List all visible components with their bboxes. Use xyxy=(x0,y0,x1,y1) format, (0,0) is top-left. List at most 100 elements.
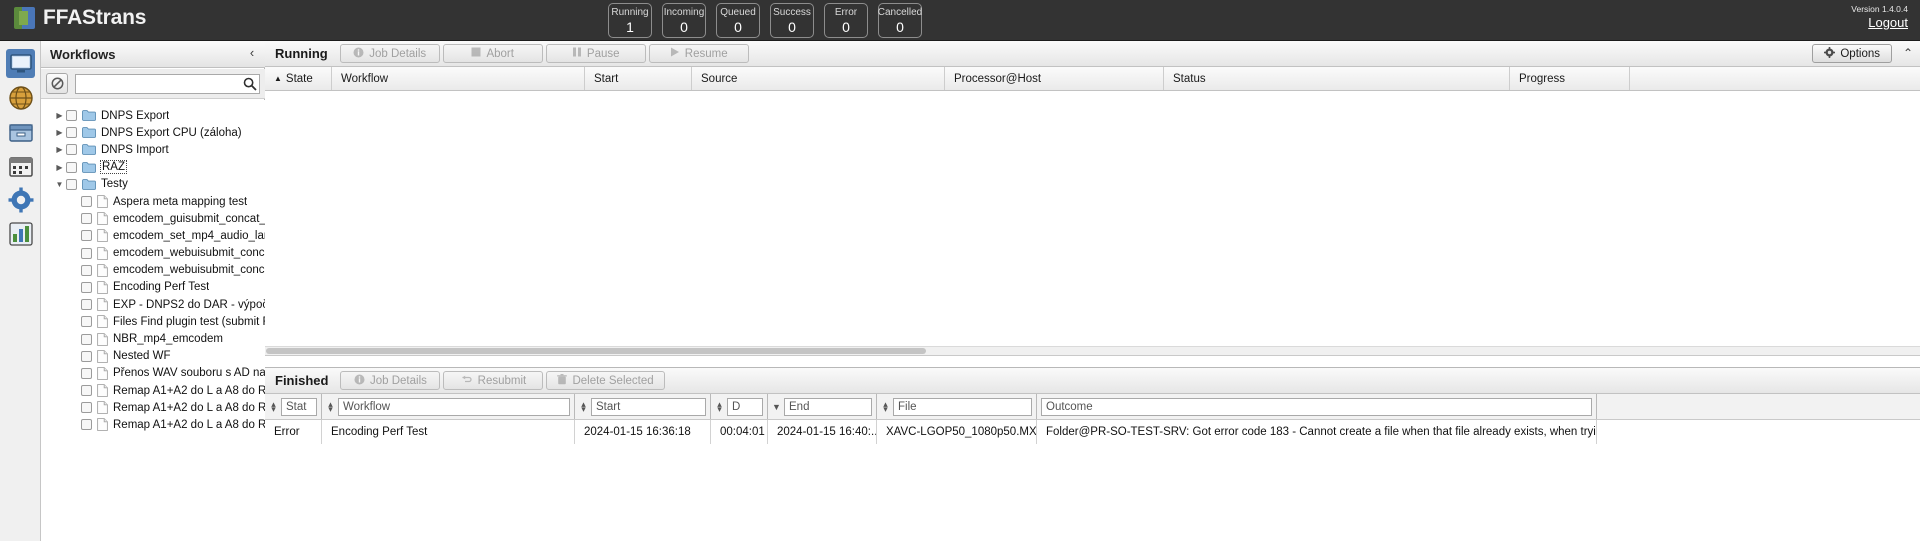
filter-input-workflow[interactable] xyxy=(338,397,570,416)
tree-file-item[interactable]: emcodem_webuisubmit_concat_co xyxy=(41,245,265,262)
tree-checkbox[interactable] xyxy=(81,247,92,259)
tree-expand-icon[interactable]: ▼ xyxy=(53,180,66,189)
tree-checkbox[interactable] xyxy=(66,110,77,122)
tree-checkbox[interactable] xyxy=(81,299,92,311)
counter-queued[interactable]: Queued 0 xyxy=(716,3,760,38)
delete-selected-button[interactable]: Delete Selected xyxy=(546,371,665,390)
scrollbar-thumb[interactable] xyxy=(266,348,926,354)
tree-expand-icon[interactable]: ▶ xyxy=(53,128,66,137)
tree-checkbox[interactable] xyxy=(81,333,92,345)
tree-checkbox[interactable] xyxy=(81,402,92,414)
tree-folder-item[interactable]: ▼ Testy xyxy=(41,176,265,193)
options-button[interactable]: Options xyxy=(1812,44,1892,63)
tree-checkbox[interactable] xyxy=(81,419,92,431)
resubmit-button[interactable]: Resubmit xyxy=(443,371,544,390)
counter-label: Cancelled xyxy=(877,7,923,18)
archive-icon[interactable] xyxy=(6,117,35,146)
tree-file-item[interactable]: Remap A1+A2 do L a A8 do R - av xyxy=(41,382,265,399)
counter-running[interactable]: Running 1 xyxy=(608,3,652,38)
tree-checkbox[interactable] xyxy=(66,161,77,173)
tree-checkbox[interactable] xyxy=(81,367,92,379)
sort-toggle-icon[interactable]: ▴ ▾ xyxy=(715,399,724,413)
workflows-header: Workflows ‹ xyxy=(41,41,265,68)
logout-link[interactable]: Logout xyxy=(1851,15,1908,31)
tree-checkbox[interactable] xyxy=(81,264,92,276)
tree-file-item[interactable]: Aspera meta mapping test xyxy=(41,193,265,210)
column-header-start[interactable]: Start xyxy=(585,67,692,90)
sort-toggle-icon[interactable]: ▴ ▾ xyxy=(269,399,278,413)
gear-icon[interactable] xyxy=(6,185,35,214)
collapse-panel-icon[interactable]: ‹ xyxy=(245,45,259,60)
counter-incoming[interactable]: Incoming 0 xyxy=(662,3,706,38)
calendar-icon[interactable] xyxy=(6,151,35,180)
filter-input-d[interactable] xyxy=(727,397,763,416)
finished-job-list[interactable]: Error Encoding Perf Test 2024-01-15 16:36:… xyxy=(265,420,1920,444)
filter-cell-d: ▴ ▾ xyxy=(711,394,768,419)
sort-toggle-icon[interactable]: ▴ ▾ xyxy=(579,399,588,413)
tree-checkbox[interactable] xyxy=(81,385,92,397)
running-job-list[interactable] xyxy=(265,91,1920,356)
workflow-search-input[interactable] xyxy=(75,73,260,94)
finished-filter-row[interactable]: ▴▾ ▴▾ ▴▾ ▴▾ ▼ ▴▾ xyxy=(265,394,1920,420)
filter-input-end[interactable] xyxy=(784,397,872,416)
clear-filter-button[interactable] xyxy=(46,73,68,94)
tree-checkbox[interactable] xyxy=(81,230,92,242)
column-header-status[interactable]: Status xyxy=(1164,67,1510,90)
column-header-state[interactable]: ▲ State xyxy=(265,67,332,90)
tree-checkbox[interactable] xyxy=(81,196,92,208)
file-icon xyxy=(97,195,108,208)
pause-button[interactable]: Pause xyxy=(545,44,646,63)
tree-folder-item[interactable]: ▶ DNPS Export CPU (záloha) xyxy=(41,124,265,141)
tree-file-item[interactable]: Nested WF xyxy=(41,348,265,365)
collapse-running-icon[interactable]: ⌃ xyxy=(1903,46,1913,60)
resume-button[interactable]: Resume xyxy=(648,44,749,63)
file-icon xyxy=(97,349,108,363)
workflow-tree[interactable]: ▶ DNPS Export ▶ DNPS Export CPU (záloha) ▶ DN… xyxy=(41,100,265,541)
tree-folder-item[interactable]: ▶ DNPS Import xyxy=(41,141,265,158)
column-header-processor-host[interactable]: Processor@Host xyxy=(945,67,1164,90)
column-header-progress[interactable]: Progress xyxy=(1510,67,1630,90)
table-row[interactable]: Error Encoding Perf Test 2024-01-15 16:36:… xyxy=(265,420,1920,444)
sort-descending-icon[interactable]: ▼ xyxy=(772,402,781,412)
filter-input-outcome[interactable] xyxy=(1041,397,1592,416)
column-header-source[interactable]: Source xyxy=(692,67,945,90)
running-horizontal-scrollbar[interactable] xyxy=(265,346,1920,355)
globe-icon[interactable] xyxy=(6,83,35,112)
tree-checkbox[interactable] xyxy=(66,127,77,139)
tree-file-item[interactable]: emcodem_set_mp4_audio_langua xyxy=(41,227,265,244)
job-details-button[interactable]: Job Details xyxy=(339,44,440,63)
tree-file-item[interactable]: Files Find plugin test (submit Folde xyxy=(41,313,265,330)
tree-checkbox[interactable] xyxy=(81,213,92,225)
counter-error[interactable]: Error 0 xyxy=(824,3,868,38)
tree-checkbox[interactable] xyxy=(66,178,77,190)
counter-success[interactable]: Success 0 xyxy=(770,3,814,38)
filter-input-start[interactable] xyxy=(591,397,706,416)
abort-button[interactable]: Abort xyxy=(442,44,543,63)
tree-file-item[interactable]: Encoding Perf Test xyxy=(41,279,265,296)
chart-icon[interactable] xyxy=(6,219,35,248)
tree-checkbox[interactable] xyxy=(81,281,92,293)
tree-expand-icon[interactable]: ▶ xyxy=(53,145,66,154)
tree-file-item[interactable]: EXP - DNPS2 do DAR - výpočet MD xyxy=(41,296,265,313)
counter-cancelled[interactable]: Cancelled 0 xyxy=(878,3,922,38)
monitor-icon[interactable] xyxy=(6,49,35,78)
sort-toggle-icon[interactable]: ▴ ▾ xyxy=(881,399,890,413)
filter-input-stat[interactable] xyxy=(281,397,317,416)
tree-file-item[interactable]: Remap A1+A2 do L a A8 do R - pr xyxy=(41,416,265,433)
tree-checkbox[interactable] xyxy=(66,144,77,156)
finished-job-details-button[interactable]: Job Details xyxy=(340,371,441,390)
tree-file-item[interactable]: Přenos WAV souboru s AD na KH ( xyxy=(41,365,265,382)
tree-folder-item[interactable]: ▶ DNPS Export xyxy=(41,107,265,124)
tree-folder-item[interactable]: ▶ RAZ xyxy=(41,159,265,176)
filter-input-file[interactable] xyxy=(893,397,1032,416)
tree-expand-icon[interactable]: ▶ xyxy=(53,111,66,120)
tree-expand-icon[interactable]: ▶ xyxy=(53,163,66,172)
tree-file-item[interactable]: emcodem_webuisubmit_concat_di xyxy=(41,262,265,279)
tree-file-item[interactable]: Remap A1+A2 do L a A8 do R - ffm xyxy=(41,399,265,416)
column-header-workflow[interactable]: Workflow xyxy=(332,67,585,90)
sort-toggle-icon[interactable]: ▴ ▾ xyxy=(326,399,335,413)
tree-checkbox[interactable] xyxy=(81,316,92,328)
tree-file-item[interactable]: NBR_mp4_emcodem xyxy=(41,330,265,347)
tree-checkbox[interactable] xyxy=(81,350,92,362)
tree-file-item[interactable]: emcodem_guisubmit_concat_diffe xyxy=(41,210,265,227)
